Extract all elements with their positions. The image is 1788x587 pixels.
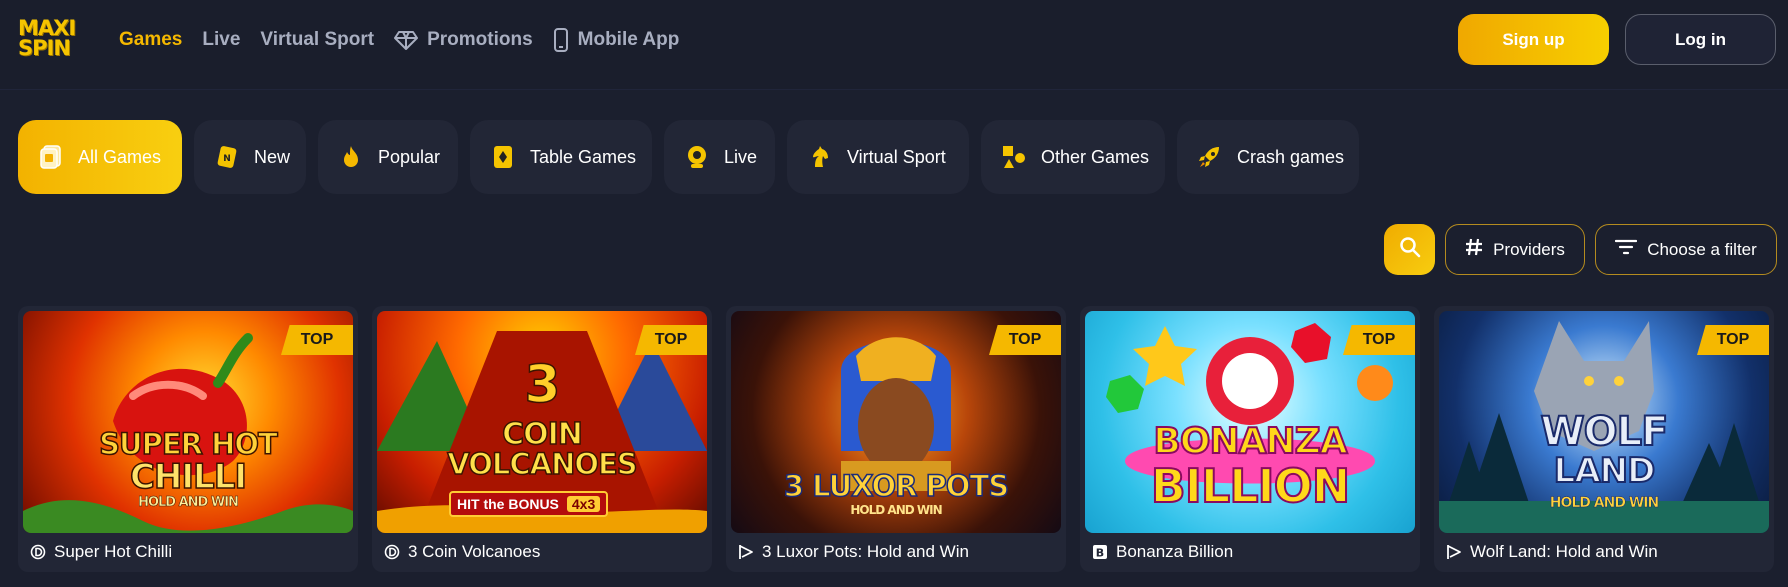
nav-live-label: Live — [202, 29, 241, 50]
game-card[interactable]: 3 LUXOR POTS HOLD AND WIN TOP 3 Luxor Po… — [726, 306, 1066, 572]
art-subtitle: HOLD AND WIN — [850, 503, 942, 517]
art-title-line: 3 — [524, 354, 562, 416]
nav-promotions-label: Promotions — [427, 29, 533, 50]
game-caption[interactable]: 3 Coin Volcanoes — [384, 540, 540, 564]
webcam-icon — [684, 144, 710, 170]
nav-games-label: Games — [119, 29, 183, 50]
game-card[interactable]: BONANZA BILLION TOP B Bonanza Billion — [1080, 306, 1420, 572]
game-thumbnail[interactable]: SUPER HOT CHILLI HOLD AND WIN TOP — [23, 311, 353, 533]
svg-text:B: B — [1096, 547, 1104, 560]
tab-live-label: Live — [724, 146, 758, 167]
log-in-button[interactable]: Log in — [1625, 14, 1776, 65]
game-title: Wolf Land: Hold and Win — [1470, 542, 1658, 561]
provider-play-icon — [738, 544, 754, 560]
tab-table-games[interactable]: Table Games — [470, 120, 652, 194]
game-title: 3 Coin Volcanoes — [408, 542, 541, 561]
art-title-line: WOLF — [1540, 408, 1670, 456]
nav-virtual-sport-label: Virtual Sport — [260, 29, 375, 50]
art-title-line: CHILLI — [129, 456, 248, 498]
game-title: Bonanza Billion — [1116, 542, 1234, 561]
choose-filter-button[interactable]: Choose a filter — [1595, 224, 1777, 275]
art-subtitle: HOLD AND WIN — [138, 495, 239, 511]
nav-games[interactable]: Games — [119, 29, 182, 51]
game-caption[interactable]: Wolf Land: Hold and Win — [1446, 540, 1658, 564]
game-thumbnail[interactable]: 3 COIN VOLCANOES HIT the BONUS 4x3 TOP — [377, 311, 707, 533]
tab-other-games-label: Other Games — [1041, 146, 1150, 167]
top-badge: TOP — [1697, 325, 1769, 355]
top-badge: TOP — [281, 325, 353, 355]
tab-all-games-label: All Games — [78, 146, 162, 167]
game-thumbnail[interactable]: WOLF LAND HOLD AND WIN TOP — [1439, 311, 1769, 533]
tab-popular[interactable]: Popular — [318, 120, 458, 194]
bonus-text: HIT the BONUS — [457, 496, 559, 512]
nav-live[interactable]: Live — [202, 29, 240, 51]
nav-mobile-app-label: Mobile App — [577, 29, 680, 50]
cards-icon — [38, 144, 64, 170]
game-caption[interactable]: 3 Luxor Pots: Hold and Win — [738, 540, 969, 564]
diamond-card-icon — [490, 144, 516, 170]
tab-other-games[interactable]: Other Games — [981, 120, 1165, 194]
sign-up-button[interactable]: Sign up — [1458, 14, 1609, 65]
search-button[interactable] — [1384, 224, 1435, 275]
tab-crash-games[interactable]: Crash games — [1177, 120, 1359, 194]
tab-all-games[interactable]: All Games — [18, 120, 182, 194]
providers-button[interactable]: Providers — [1445, 224, 1585, 275]
tab-crash-games-label: Crash games — [1237, 146, 1345, 167]
top-header: MAXI SPIN Games Live Virtual Sport Promo… — [0, 0, 1788, 90]
tab-table-games-label: Table Games — [530, 146, 637, 167]
main-nav: Games Live Virtual Sport Promotions Mobi… — [119, 26, 679, 54]
provider-d-icon — [384, 544, 400, 560]
art-title-line: SUPER HOT — [98, 426, 278, 462]
nav-mobile-app[interactable]: Mobile App — [553, 28, 680, 52]
game-caption[interactable]: Super Hot Chilli — [30, 540, 172, 564]
nav-promotions[interactable]: Promotions — [394, 29, 533, 51]
tab-live[interactable]: Live — [664, 120, 775, 194]
svg-text:N: N — [223, 154, 231, 164]
top-badge: TOP — [1343, 325, 1415, 355]
game-thumbnail[interactable]: 3 LUXOR POTS HOLD AND WIN TOP — [731, 311, 1061, 533]
art-title-line: VOLCANOES — [447, 446, 639, 482]
maxispin-logo[interactable]: MAXI SPIN — [18, 18, 80, 62]
game-caption[interactable]: B Bonanza Billion — [1092, 540, 1233, 564]
art-title-line: BILLION — [1150, 458, 1352, 514]
choose-filter-label: Choose a filter — [1647, 239, 1757, 259]
new-badge-icon: N — [214, 144, 240, 170]
tab-virtual-sport-label: Virtual Sport — [847, 146, 946, 167]
tab-popular-label: Popular — [378, 146, 441, 167]
search-icon — [1399, 236, 1421, 263]
tab-new-label: New — [254, 146, 291, 167]
tab-virtual-sport[interactable]: Virtual Sport — [787, 120, 969, 194]
game-card[interactable]: SUPER HOT CHILLI HOLD AND WIN TOP Super … — [18, 306, 358, 572]
top-badge: TOP — [989, 325, 1061, 355]
horse-icon — [807, 144, 833, 170]
bonus-banner: HIT the BONUS 4x3 — [449, 491, 609, 517]
shapes-icon — [1001, 144, 1027, 170]
art-title-line: LAND — [1553, 450, 1657, 492]
phone-icon — [553, 28, 569, 52]
art-title-line: BONANZA — [1152, 420, 1348, 463]
art-title-line: 3 LUXOR POTS — [783, 468, 1010, 504]
game-card[interactable]: WOLF LAND HOLD AND WIN TOP Wolf Land: Ho… — [1434, 306, 1774, 572]
bonus-multiplier: 4x3 — [566, 496, 601, 512]
tab-new[interactable]: N New — [194, 120, 306, 194]
flame-icon — [338, 144, 364, 170]
filter-lines-icon — [1615, 238, 1638, 261]
nav-virtual-sport[interactable]: Virtual Sport — [260, 29, 374, 51]
provider-d-icon — [30, 544, 46, 560]
category-tabs: All Games N New Popular Table Games Live… — [18, 120, 1359, 194]
providers-label: Providers — [1493, 239, 1565, 259]
game-thumbnail[interactable]: BONANZA BILLION TOP — [1085, 311, 1415, 533]
provider-play-icon — [1446, 544, 1462, 560]
game-title: 3 Luxor Pots: Hold and Win — [762, 542, 969, 561]
game-title: Super Hot Chilli — [54, 542, 173, 561]
rocket-icon — [1197, 144, 1223, 170]
hash-icon — [1465, 238, 1483, 261]
game-card[interactable]: 3 COIN VOLCANOES HIT the BONUS 4x3 TOP 3… — [372, 306, 712, 572]
art-subtitle: HOLD AND WIN — [1549, 495, 1660, 512]
diamond-icon — [394, 30, 419, 50]
top-badge: TOP — [635, 325, 707, 355]
provider-b-icon: B — [1092, 544, 1108, 560]
